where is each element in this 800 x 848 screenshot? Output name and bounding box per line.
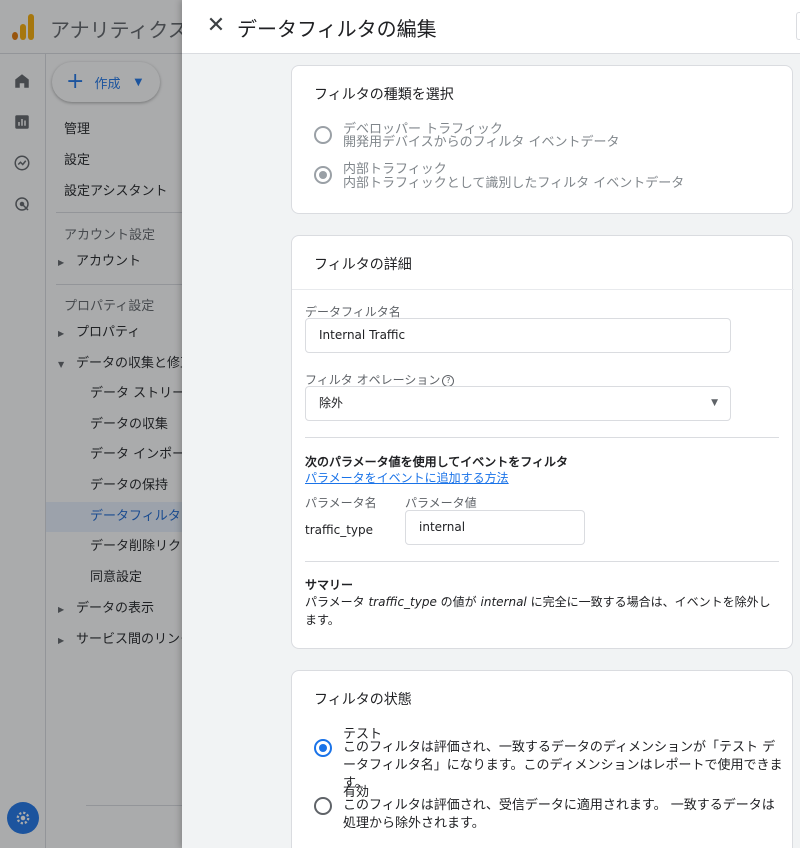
radio-test-state[interactable] <box>314 739 332 757</box>
test-state-desc: このフィルタは評価され、一致するデータのディメンションが「テスト データフィルタ… <box>343 740 783 791</box>
filter-operation-value: 除外 <box>319 396 344 410</box>
active-state-desc: このフィルタは評価され、受信データに適用されます。 一致するデータは処理から除外… <box>343 798 775 831</box>
param-value-header: パラメータ値 <box>405 496 477 510</box>
summary-text: パラメータ traffic_type の値が internal に完全に一致する… <box>305 593 775 629</box>
close-icon[interactable]: ✕ <box>204 14 228 38</box>
param-value-input[interactable]: internal <box>405 510 585 545</box>
summary-title: サマリー <box>305 578 354 592</box>
section-divider <box>305 561 779 562</box>
filter-state-title: フィルタの状態 <box>314 692 412 708</box>
header-edge <box>796 12 800 40</box>
section-divider <box>305 437 779 438</box>
radio-active-state[interactable] <box>314 797 332 815</box>
filter-details-title: フィルタの詳細 <box>314 257 412 273</box>
radio-internal-traffic[interactable] <box>314 166 332 184</box>
param-name: traffic_type <box>305 523 373 537</box>
summary-value: internal <box>480 595 527 609</box>
internal-traffic-desc: 内部トラフィックとして識別したフィルタ イベントデータ <box>343 176 685 191</box>
card-divider <box>292 289 794 290</box>
summary-text-pre: パラメータ <box>305 595 369 609</box>
filter-details-card: フィルタの詳細 データフィルタ名 Internal Traffic フィルタ オ… <box>291 235 794 649</box>
filter-name-input[interactable]: Internal Traffic <box>305 318 731 353</box>
radio-developer-traffic[interactable] <box>314 126 332 144</box>
summary-param: traffic_type <box>368 595 437 609</box>
param-help-link[interactable]: パラメータをイベントに追加する方法 <box>305 469 509 486</box>
edit-data-filter-panel: ✕ データフィルタの編集 フィルタの種類を選択 デベロッパー トラフィック 開発… <box>182 0 800 848</box>
panel-header: ✕ データフィルタの編集 <box>182 0 800 54</box>
param-name-header: パラメータ名 <box>305 496 377 510</box>
filter-operation-select[interactable]: 除外 ▼ <box>305 386 731 421</box>
dropdown-arrow-icon: ▼ <box>711 398 718 408</box>
summary-text-mid: の値が <box>436 595 481 609</box>
filter-type-card: フィルタの種類を選択 デベロッパー トラフィック 開発用デバイスからのフィルタ … <box>291 65 793 214</box>
filter-operation-label-text: フィルタ オペレーション <box>305 373 441 387</box>
panel-title: データフィルタの編集 <box>237 17 437 41</box>
developer-traffic-desc: 開発用デバイスからのフィルタ イベントデータ <box>343 135 620 150</box>
modal-scrim[interactable] <box>0 0 182 848</box>
filter-type-title: フィルタの種類を選択 <box>314 87 454 103</box>
filter-state-card: フィルタの状態 テスト このフィルタは評価され、一致するデータのディメンションが… <box>291 670 793 848</box>
param-heading: 次のパラメータ値を使用してイベントをフィルタ <box>305 455 569 469</box>
